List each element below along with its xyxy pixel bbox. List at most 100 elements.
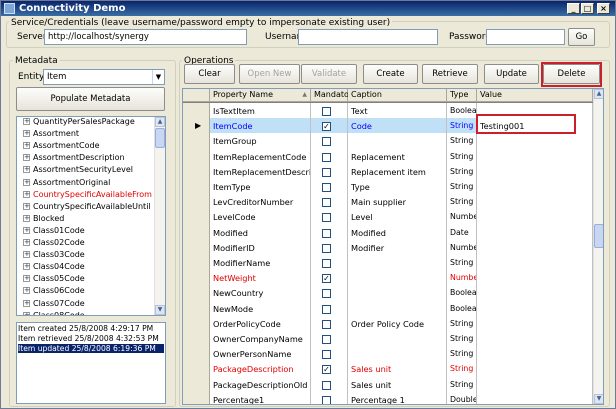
scroll-down-icon[interactable]: ▼ [155, 305, 165, 315]
expand-icon[interactable]: + [23, 190, 30, 198]
expand-icon[interactable]: + [23, 166, 30, 174]
mandatory-checkbox[interactable] [322, 198, 331, 208]
expand-icon[interactable]: + [23, 275, 30, 283]
expand-icon[interactable]: + [23, 142, 30, 150]
column-type[interactable]: Type [447, 89, 477, 102]
tree-item[interactable]: + CountrySpecificAvailableFrom [17, 189, 157, 201]
tree-item[interactable]: + Class01Code [17, 225, 157, 237]
tree-item[interactable]: + AssortmentOriginal [17, 177, 157, 189]
log-item[interactable]: Item updated 25/8/2008 6:19:36 PM [18, 344, 164, 353]
clear-button[interactable]: Clear [184, 64, 235, 84]
mandatory-checkbox[interactable] [322, 183, 331, 192]
scroll-thumb[interactable] [155, 128, 165, 148]
expand-icon[interactable]: + [23, 311, 30, 315]
tree-item[interactable]: + Class03Code [17, 249, 157, 261]
mandatory-checkbox[interactable] [322, 213, 331, 223]
caption-cell[interactable]: Percentage 1 [348, 391, 447, 404]
expand-icon[interactable]: + [23, 202, 30, 210]
scroll-down-icon[interactable]: ▼ [594, 394, 603, 404]
column-property-name[interactable]: Property Name ▲ [210, 89, 311, 102]
tree-item[interactable]: + Class06Code [17, 285, 157, 297]
tree-item[interactable]: + Class08Code [17, 310, 157, 315]
expand-icon[interactable]: + [23, 214, 30, 222]
column-mandatory[interactable]: Mandatory [311, 89, 357, 102]
tree-item[interactable]: + Class05Code [17, 273, 157, 285]
mandatory-checkbox[interactable] [322, 319, 331, 329]
delete-button[interactable]: Delete [543, 64, 600, 84]
mandatory-checkbox[interactable] [322, 228, 331, 238]
create-button[interactable]: Create [363, 64, 418, 84]
tree-item-label: AssortmentDescription [33, 153, 125, 163]
maximize-button[interactable]: □ [581, 3, 594, 14]
tree-item[interactable]: + Blocked [17, 213, 157, 225]
tree-item[interactable]: + Assortment [17, 128, 157, 140]
validate-button[interactable]: Validate [301, 64, 357, 84]
tree-item[interactable]: + AssortmentCode [17, 140, 157, 152]
mandatory-checkbox[interactable] [322, 243, 331, 253]
tree-item-label: Class06Code [33, 286, 85, 296]
entity-select[interactable]: Item ▼ [43, 69, 165, 85]
metadata-tree[interactable]: + QuantityPerSalesPackage + Assortment + Asso… [16, 116, 166, 316]
tree-item[interactable]: + Class02Code [17, 237, 157, 249]
expand-icon[interactable]: + [23, 130, 30, 138]
log-list[interactable]: Item created 25/8/2008 4:29:17 PM Item re… [16, 322, 166, 404]
close-button[interactable]: × [597, 3, 610, 14]
mandatory-checkbox[interactable]: ✓ [322, 274, 331, 284]
column-value[interactable]: Value [477, 89, 593, 102]
expand-icon[interactable]: + [23, 251, 30, 259]
mandatory-checkbox[interactable] [322, 304, 331, 314]
grid-scrollbar[interactable]: ▲ ▼ [593, 89, 603, 404]
tree-item[interactable]: + CountrySpecificAvailableUntil [17, 201, 157, 213]
scroll-thumb[interactable] [594, 224, 603, 248]
open-new-button[interactable]: Open New [239, 64, 300, 84]
chevron-down-icon[interactable]: ▼ [152, 70, 164, 84]
value-cell[interactable] [477, 391, 593, 404]
scroll-up-icon[interactable]: ▲ [594, 89, 603, 99]
expand-icon[interactable]: + [23, 178, 30, 186]
username-input[interactable] [298, 29, 438, 45]
server-input[interactable]: http://localhost/synergy [44, 29, 247, 45]
mandatory-checkbox[interactable] [322, 152, 331, 162]
populate-metadata-button[interactable]: Populate Metadata [16, 87, 165, 111]
mandatory-checkbox[interactable] [322, 289, 331, 299]
expand-icon[interactable]: + [23, 287, 30, 295]
expand-icon[interactable]: + [23, 299, 30, 307]
minimize-button[interactable]: _ [567, 3, 580, 14]
mandatory-checkbox[interactable] [322, 259, 331, 268]
mandatory-checkbox[interactable] [322, 167, 331, 177]
properties-grid[interactable]: Property Name ▲ Mandatory Caption Type Value I… [182, 88, 604, 405]
log-item[interactable]: Item created 25/8/2008 4:29:17 PM [18, 324, 164, 333]
update-button[interactable]: Update [484, 64, 539, 84]
tree-item[interactable]: + AssortmentDescription [17, 152, 157, 164]
expand-icon[interactable]: + [23, 263, 30, 271]
expand-icon[interactable]: + [23, 154, 30, 162]
tree-item-label: CountrySpecificAvailableFrom [33, 189, 152, 199]
go-button[interactable]: Go [568, 28, 595, 46]
password-input[interactable] [486, 29, 565, 45]
mandatory-checkbox[interactable] [322, 107, 331, 116]
tree-item[interactable]: + QuantityPerSalesPackage [17, 117, 157, 128]
mandatory-checkbox[interactable] [322, 335, 331, 344]
expand-icon[interactable]: + [23, 226, 30, 234]
scroll-up-icon[interactable]: ▲ [155, 117, 165, 127]
expand-icon[interactable]: + [23, 239, 30, 246]
column-caption[interactable]: Caption [348, 89, 447, 102]
tree-item[interactable]: + Class04Code [17, 261, 157, 273]
mandatory-checkbox[interactable] [322, 395, 331, 404]
tree-item[interactable]: + Class07Code [17, 298, 157, 310]
mandatory-checkbox[interactable]: ✓ [322, 365, 331, 375]
mandatory-checkbox[interactable] [322, 350, 331, 360]
mandatory-checkbox[interactable] [322, 137, 331, 147]
expand-icon[interactable]: + [23, 118, 30, 125]
log-item[interactable]: Item retrieved 25/8/2008 4:32:53 PM [18, 334, 164, 343]
retrieve-button[interactable]: Retrieve [422, 64, 478, 84]
row-header[interactable] [183, 391, 210, 404]
mandatory-cell[interactable] [311, 391, 348, 404]
type-cell[interactable]: Double [447, 391, 477, 404]
tree-scrollbar[interactable]: ▲ ▼ [154, 117, 165, 315]
mandatory-checkbox[interactable] [322, 380, 331, 390]
property-name-cell[interactable]: Percentage1 [210, 391, 311, 404]
mandatory-checkbox[interactable]: ✓ [322, 122, 331, 132]
table-row[interactable]: Percentage1 Percentage 1 Double [183, 391, 593, 404]
tree-item[interactable]: + AssortmentSecurityLevel [17, 164, 157, 176]
